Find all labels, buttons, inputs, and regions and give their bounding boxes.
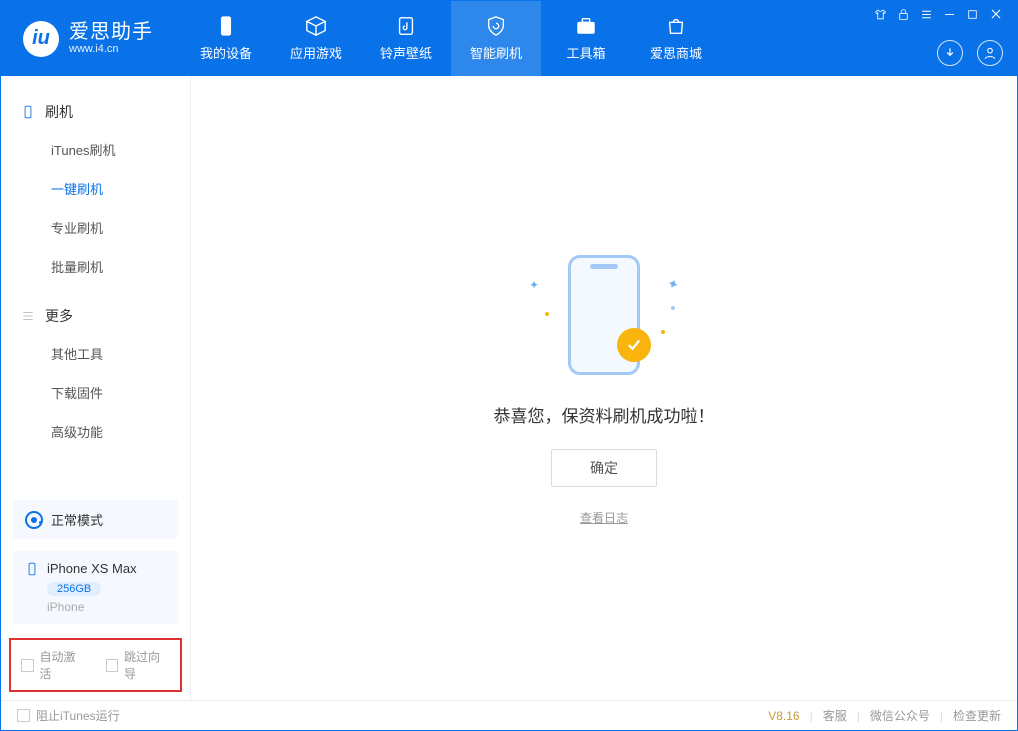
main-content: ✦ ✦ 恭喜您，保资料刷机成功啦！ 确定 查看日志 (191, 76, 1017, 700)
section-more: 更多 (1, 298, 190, 334)
success-text: 恭喜您，保资料刷机成功啦！ (494, 402, 715, 427)
sidebar-item-firmware[interactable]: 下载固件 (1, 373, 190, 412)
checkbox-label: 跳过向导 (124, 648, 170, 682)
download-button[interactable] (937, 40, 963, 66)
tab-label: 智能刷机 (470, 43, 522, 62)
device-box[interactable]: iPhone XS Max 256GB iPhone (13, 551, 178, 624)
sidebar-item-itunes[interactable]: iTunes刷机 (1, 130, 190, 169)
minimize-icon[interactable] (943, 8, 956, 21)
close-icon[interactable] (989, 7, 1003, 21)
tab-label: 我的设备 (200, 43, 252, 62)
tab-my-device[interactable]: 我的设备 (181, 1, 271, 76)
device-title: iPhone XS Max (25, 561, 166, 576)
logo-icon: iu (23, 21, 59, 57)
checkbox-icon (21, 659, 34, 672)
section-flash: 刷机 (1, 94, 190, 130)
checkbox-icon (106, 659, 119, 672)
sidebar-item-batch[interactable]: 批量刷机 (1, 247, 190, 286)
mode-icon (25, 511, 43, 529)
dot-icon (671, 306, 675, 310)
tab-label: 铃声壁纸 (380, 43, 432, 62)
music-icon (395, 15, 417, 37)
checkbox-block-itunes[interactable]: 阻止iTunes运行 (17, 707, 120, 724)
user-button[interactable] (977, 40, 1003, 66)
dot-icon (661, 330, 665, 334)
dot-icon (545, 312, 549, 316)
sparkle-icon: ✦ (665, 275, 682, 295)
sidebar-item-other[interactable]: 其他工具 (1, 334, 190, 373)
sidebar-item-onekey[interactable]: 一键刷机 (1, 169, 190, 208)
tab-label: 应用游戏 (290, 43, 342, 62)
list-icon (21, 309, 35, 323)
account-icons (937, 40, 1003, 66)
sidebar: 刷机 iTunes刷机 一键刷机 专业刷机 批量刷机 更多 其他工具 下载固件 … (1, 76, 191, 700)
menu-icon[interactable] (920, 8, 933, 21)
device-storage: 256GB (47, 582, 101, 596)
checkbox-icon (17, 709, 30, 722)
checkbox-label: 自动激活 (40, 648, 86, 682)
maximize-icon[interactable] (966, 8, 979, 21)
footer-right: V8.16 | 客服 | 微信公众号 | 检查更新 (768, 707, 1001, 724)
mode-box[interactable]: 正常模式 (13, 500, 178, 539)
device-icon (25, 562, 39, 576)
header: iu 爱思助手 www.i4.cn 我的设备 应用游戏 铃声壁纸 智能刷机 工具… (1, 1, 1017, 76)
app-title: 爱思助手 (69, 21, 153, 43)
sidebar-item-advanced[interactable]: 高级功能 (1, 412, 190, 451)
section-label: 刷机 (45, 102, 73, 122)
nav-tabs: 我的设备 应用游戏 铃声壁纸 智能刷机 工具箱 爱思商城 (181, 1, 721, 76)
checkbox-auto-activate[interactable]: 自动激活 (21, 648, 86, 682)
check-update-link[interactable]: 检查更新 (953, 707, 1001, 724)
tab-ringtone[interactable]: 铃声壁纸 (361, 1, 451, 76)
tab-flash[interactable]: 智能刷机 (451, 1, 541, 76)
checkbox-skip-guide[interactable]: 跳过向导 (106, 648, 171, 682)
app-subtitle: www.i4.cn (69, 43, 153, 55)
tab-label: 工具箱 (566, 43, 605, 62)
body: 刷机 iTunes刷机 一键刷机 专业刷机 批量刷机 更多 其他工具 下载固件 … (1, 76, 1017, 700)
tab-store[interactable]: 爱思商城 (631, 1, 721, 76)
bag-icon (665, 15, 687, 37)
phone-small-icon (21, 105, 35, 119)
logo-area: iu 爱思助手 www.i4.cn (1, 21, 181, 57)
footer: 阻止iTunes运行 V8.16 | 客服 | 微信公众号 | 检查更新 (1, 700, 1017, 730)
header-right (874, 1, 1003, 76)
tab-toolbox[interactable]: 工具箱 (541, 1, 631, 76)
logo-text: 爱思助手 www.i4.cn (69, 21, 153, 55)
check-badge-icon (617, 328, 651, 362)
device-name: iPhone XS Max (47, 561, 137, 576)
lock-icon[interactable] (897, 8, 910, 21)
phone-icon (215, 15, 237, 37)
checkbox-label: 阻止iTunes运行 (36, 707, 120, 724)
window-controls (874, 7, 1003, 21)
wechat-link[interactable]: 微信公众号 (870, 707, 930, 724)
cube-icon (305, 15, 327, 37)
options-row: 自动激活 跳过向导 (9, 638, 182, 692)
device-type: iPhone (47, 600, 166, 614)
support-link[interactable]: 客服 (823, 707, 847, 724)
tab-label: 爱思商城 (650, 43, 702, 62)
section-label: 更多 (45, 306, 73, 326)
mode-label: 正常模式 (51, 510, 103, 529)
view-log-link[interactable]: 查看日志 (580, 509, 628, 526)
sparkle-icon: ✦ (529, 278, 539, 292)
shirt-icon[interactable] (874, 8, 887, 21)
tab-apps[interactable]: 应用游戏 (271, 1, 361, 76)
version-label: V8.16 (768, 709, 799, 723)
ok-button[interactable]: 确定 (551, 449, 657, 487)
shield-refresh-icon (485, 15, 507, 37)
success-illustration: ✦ ✦ (519, 250, 689, 380)
toolbox-icon (575, 15, 597, 37)
sidebar-item-pro[interactable]: 专业刷机 (1, 208, 190, 247)
